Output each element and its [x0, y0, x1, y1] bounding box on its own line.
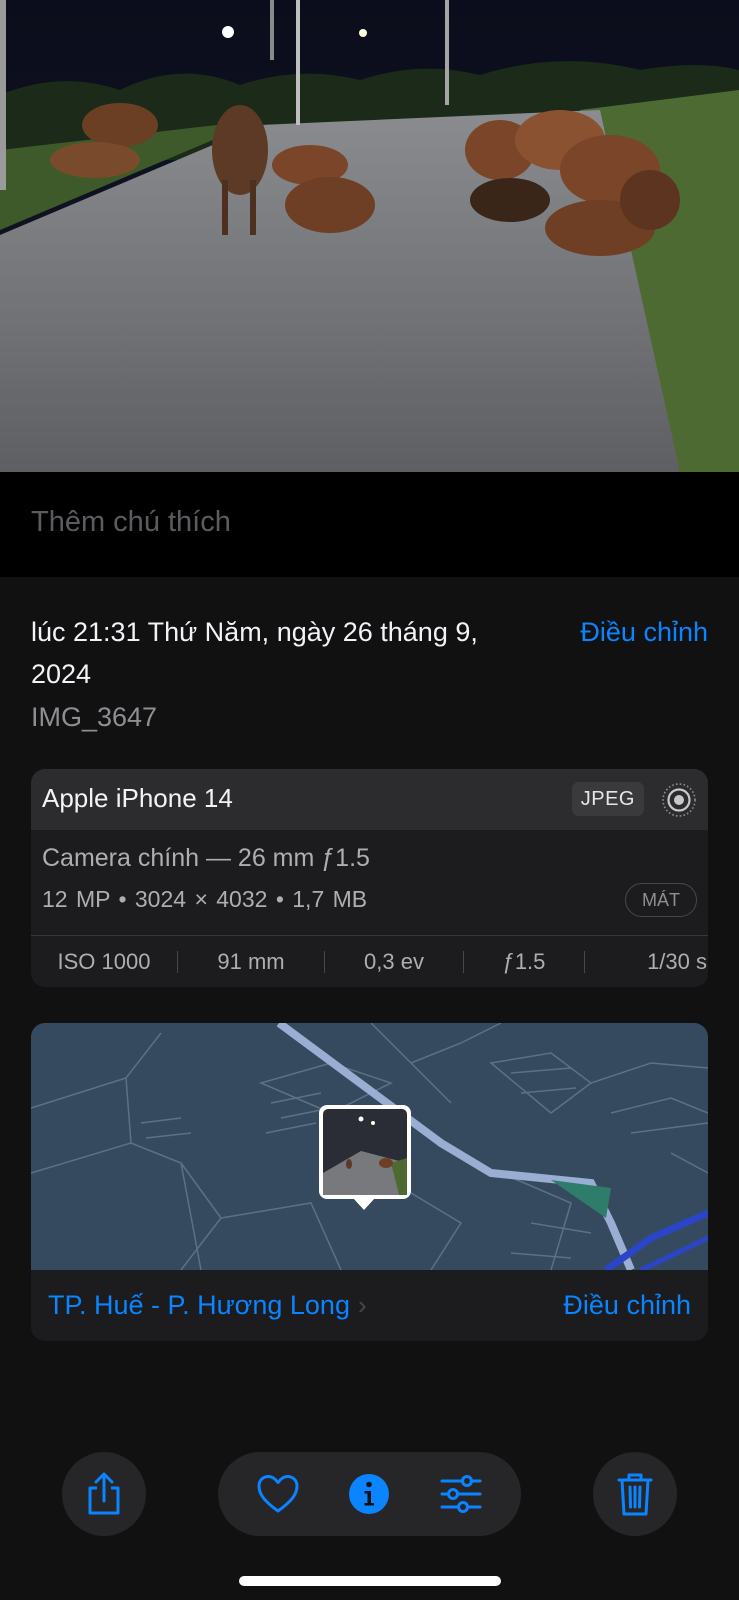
info-panel: lúc 21:31 Thứ Năm, ngày 26 tháng 9, 2024… [0, 577, 739, 1600]
style-badge: MÁT [625, 883, 697, 917]
image-specs: 12 MP • 3024 × 4032 • 1,7 MB [42, 886, 368, 912]
info-button[interactable] [348, 1473, 390, 1515]
photo-preview[interactable] [0, 0, 739, 472]
exif-aperture: ƒ1.5 [502, 948, 546, 974]
caption-bar [0, 472, 739, 577]
live-photo-icon[interactable] [660, 781, 698, 819]
exif-iso: ISO 1000 [57, 948, 151, 974]
edit-button[interactable] [439, 1475, 483, 1513]
photo-actions-group [218, 1452, 521, 1536]
camera-info-card: Apple iPhone 14 JPEG Camera chính — 26 m… [31, 769, 708, 987]
format-badge: JPEG [571, 782, 644, 816]
adjust-location-button[interactable]: Điều chỉnh [563, 1290, 691, 1321]
trash-icon [617, 1473, 653, 1516]
location-name-link[interactable]: TP. Huế - P. Hương Long › [48, 1290, 367, 1321]
location-name: TP. Huế - P. Hương Long [48, 1290, 350, 1320]
location-card: TP. Huế - P. Hương Long › Điều chỉnh [31, 1023, 708, 1341]
chevron-right-icon: › [357, 1290, 367, 1320]
sliders-icon [440, 1475, 482, 1513]
adjust-datetime-button[interactable]: Điều chỉnh [580, 611, 708, 653]
favorite-button[interactable] [256, 1474, 300, 1514]
exif-exposure: 0,3 ev [364, 948, 424, 974]
map-graphic [31, 1023, 708, 1273]
exif-focal-length: 91 mm [217, 948, 285, 974]
device-name: Apple iPhone 14 [42, 783, 233, 813]
photo-datetime: lúc 21:31 Thứ Năm, ngày 26 tháng 9, 2024 [31, 617, 478, 689]
exif-row: ISO 1000 91 mm 0,3 ev ƒ1.5 1/30 s [31, 936, 708, 987]
share-icon [88, 1472, 120, 1515]
delete-button[interactable] [593, 1452, 677, 1536]
location-footer: TP. Huế - P. Hương Long › Điều chỉnh [31, 1270, 708, 1341]
heart-icon [257, 1475, 299, 1513]
home-indicator [239, 1576, 501, 1586]
location-map[interactable] [31, 1023, 708, 1273]
share-button[interactable] [62, 1452, 146, 1536]
exif-shutter: 1/30 s [647, 948, 707, 974]
caption-input[interactable] [31, 506, 711, 539]
lens-info: Camera chính — 26 mm ƒ1.5 [42, 844, 370, 872]
camera-card-header: Apple iPhone 14 JPEG [31, 769, 708, 830]
map-photo-pin[interactable] [319, 1105, 411, 1210]
photo-image [0, 0, 739, 472]
info-icon [349, 1474, 390, 1514]
photo-filename: IMG_3647 [31, 702, 158, 732]
